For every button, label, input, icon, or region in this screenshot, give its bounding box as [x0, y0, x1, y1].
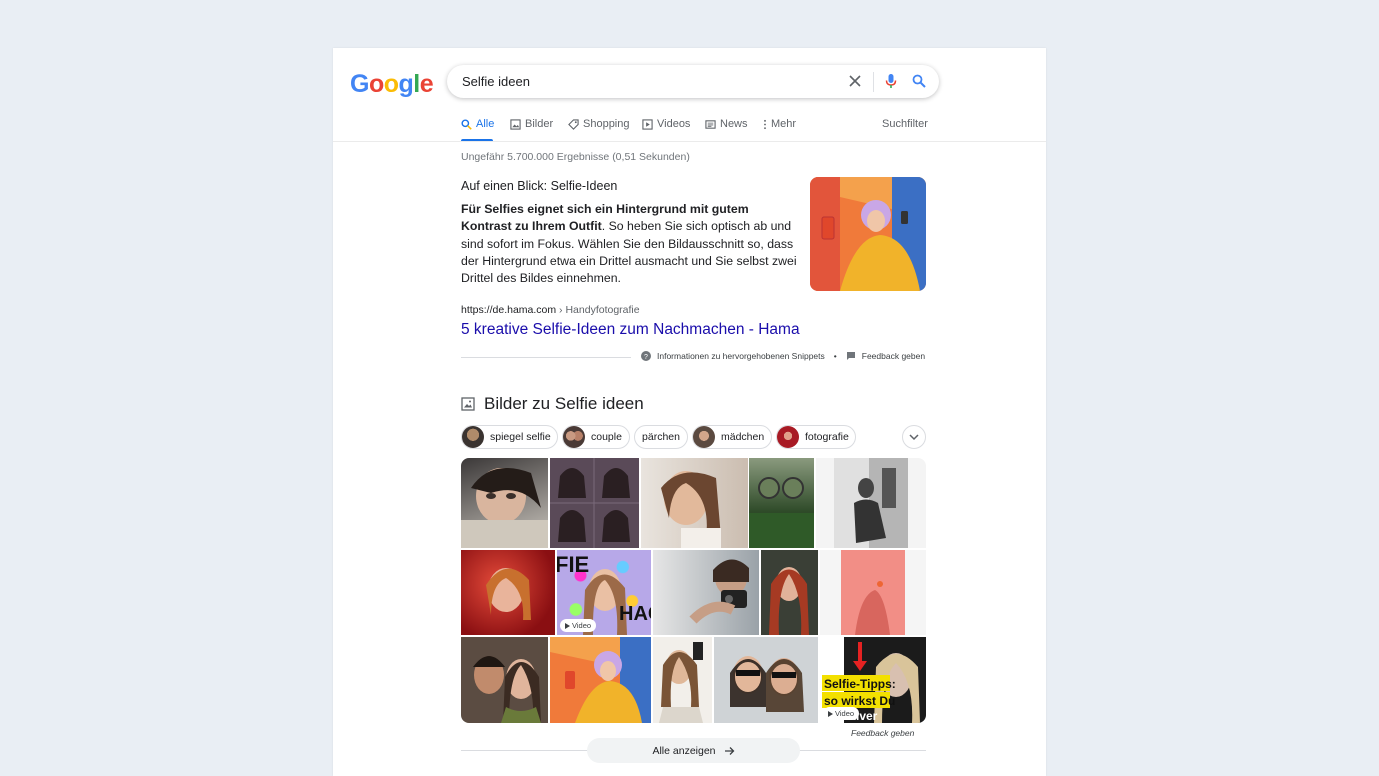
result-title-link[interactable]: 5 kreative Selfie-Ideen zum Nachmachen -…: [461, 321, 800, 339]
tag-icon: [568, 118, 579, 130]
image-grid: FIEHAC Video Selfie-Tipps:so wirkst Duti…: [461, 458, 926, 723]
feedback-link[interactable]: Feedback geben: [862, 351, 925, 361]
images-feedback-link[interactable]: Feedback geben: [851, 728, 914, 738]
svg-text:?: ?: [644, 354, 648, 361]
image-result[interactable]: [714, 637, 818, 723]
chip-thumbnail: [693, 426, 715, 448]
image-icon: [510, 118, 521, 130]
image-result[interactable]: [761, 550, 818, 635]
search-icon[interactable]: [910, 72, 928, 90]
image-result[interactable]: [820, 550, 926, 635]
snippet-footer: ? Informationen zu hervorgehobenen Snipp…: [641, 351, 925, 361]
search-input[interactable]: Selfie ideen: [462, 74, 530, 89]
chip-fotografie[interactable]: fotografie: [776, 425, 856, 449]
show-all-images-button[interactable]: Alle anzeigen: [587, 738, 800, 763]
tab-news[interactable]: News: [705, 118, 748, 130]
video-badge: Video: [823, 707, 860, 720]
image-result[interactable]: [653, 550, 759, 635]
help-icon[interactable]: ?: [641, 351, 651, 361]
thumbnail-overlay-text: FIE: [557, 552, 589, 577]
chevron-down-icon: [909, 433, 919, 440]
chip-couple[interactable]: couple: [562, 425, 630, 449]
image-result[interactable]: FIE HAC Video: [557, 550, 651, 635]
clear-icon[interactable]: [846, 72, 864, 90]
images-section-title: Bilder zu Selfie ideen: [484, 394, 644, 413]
image-result[interactable]: Selfie-Tipps: so wirkst Du tiver Video: [820, 637, 926, 723]
image-icon: [461, 397, 475, 411]
result-citation: https://de.hama.com › Handyfotografie: [461, 304, 640, 316]
result-stats: Ungefähr 5.700.000 Ergebnisse (0,51 Seku…: [461, 151, 690, 163]
chips-expand-button[interactable]: [902, 425, 926, 449]
news-icon: [705, 119, 716, 129]
thumbnail-overlay-text: Selfie-Tipps:: [824, 677, 896, 691]
chip-thumbnail: [563, 426, 585, 448]
video-badge: Video: [560, 619, 597, 632]
play-icon: [642, 118, 653, 130]
chip-spiegel-selfie[interactable]: spiegel selfie: [461, 425, 558, 449]
more-vert-icon: [764, 119, 766, 129]
tab-alle[interactable]: Alle: [461, 118, 494, 130]
image-result[interactable]: [461, 458, 548, 548]
tools-button[interactable]: Suchfilter: [882, 118, 928, 130]
arrow-right-icon: [724, 746, 734, 755]
image-result[interactable]: [550, 637, 651, 723]
image-result[interactable]: [461, 637, 548, 723]
image-result[interactable]: [461, 550, 555, 635]
divider: [873, 72, 874, 92]
about-snippets-link[interactable]: Informationen zu hervorgehobenen Snippet…: [657, 351, 825, 361]
feedback-icon: [846, 352, 855, 360]
image-result[interactable]: [641, 458, 748, 548]
microphone-icon[interactable]: [882, 72, 900, 90]
divider: [461, 357, 631, 358]
chip-maedchen[interactable]: mädchen: [692, 425, 772, 449]
tab-shopping[interactable]: Shopping: [568, 118, 630, 130]
image-result[interactable]: [653, 637, 712, 723]
featured-snippet-image[interactable]: [810, 177, 926, 291]
play-icon: [565, 622, 570, 629]
tab-videos[interactable]: Videos: [642, 118, 690, 130]
header-divider: [333, 141, 1046, 142]
image-result[interactable]: [816, 458, 926, 548]
results-page: Google Selfie ideen Alle Bilder Shopping: [333, 48, 1046, 776]
image-result[interactable]: [749, 458, 814, 548]
chip-thumbnail: [462, 426, 484, 448]
thumbnail-overlay-text: HAC: [619, 603, 651, 625]
images-section-header: Bilder zu Selfie ideen: [461, 394, 644, 414]
image-result[interactable]: [550, 458, 639, 548]
chip-thumbnail: [777, 426, 799, 448]
featured-snippet-text: Für Selfies eignet sich ein Hintergrund …: [461, 202, 797, 286]
search-icon: [461, 118, 472, 130]
tab-mehr[interactable]: Mehr: [763, 118, 796, 130]
thumbnail-overlay-text: so wirkst Du: [824, 694, 895, 708]
search-box[interactable]: Selfie ideen: [447, 65, 939, 98]
tab-bilder[interactable]: Bilder: [510, 118, 553, 130]
featured-snippet-title: Auf einen Blick: Selfie-Ideen: [461, 179, 618, 193]
google-logo[interactable]: Google: [350, 70, 434, 99]
play-icon: [828, 710, 833, 717]
chip-paerchen[interactable]: pärchen: [634, 425, 688, 449]
